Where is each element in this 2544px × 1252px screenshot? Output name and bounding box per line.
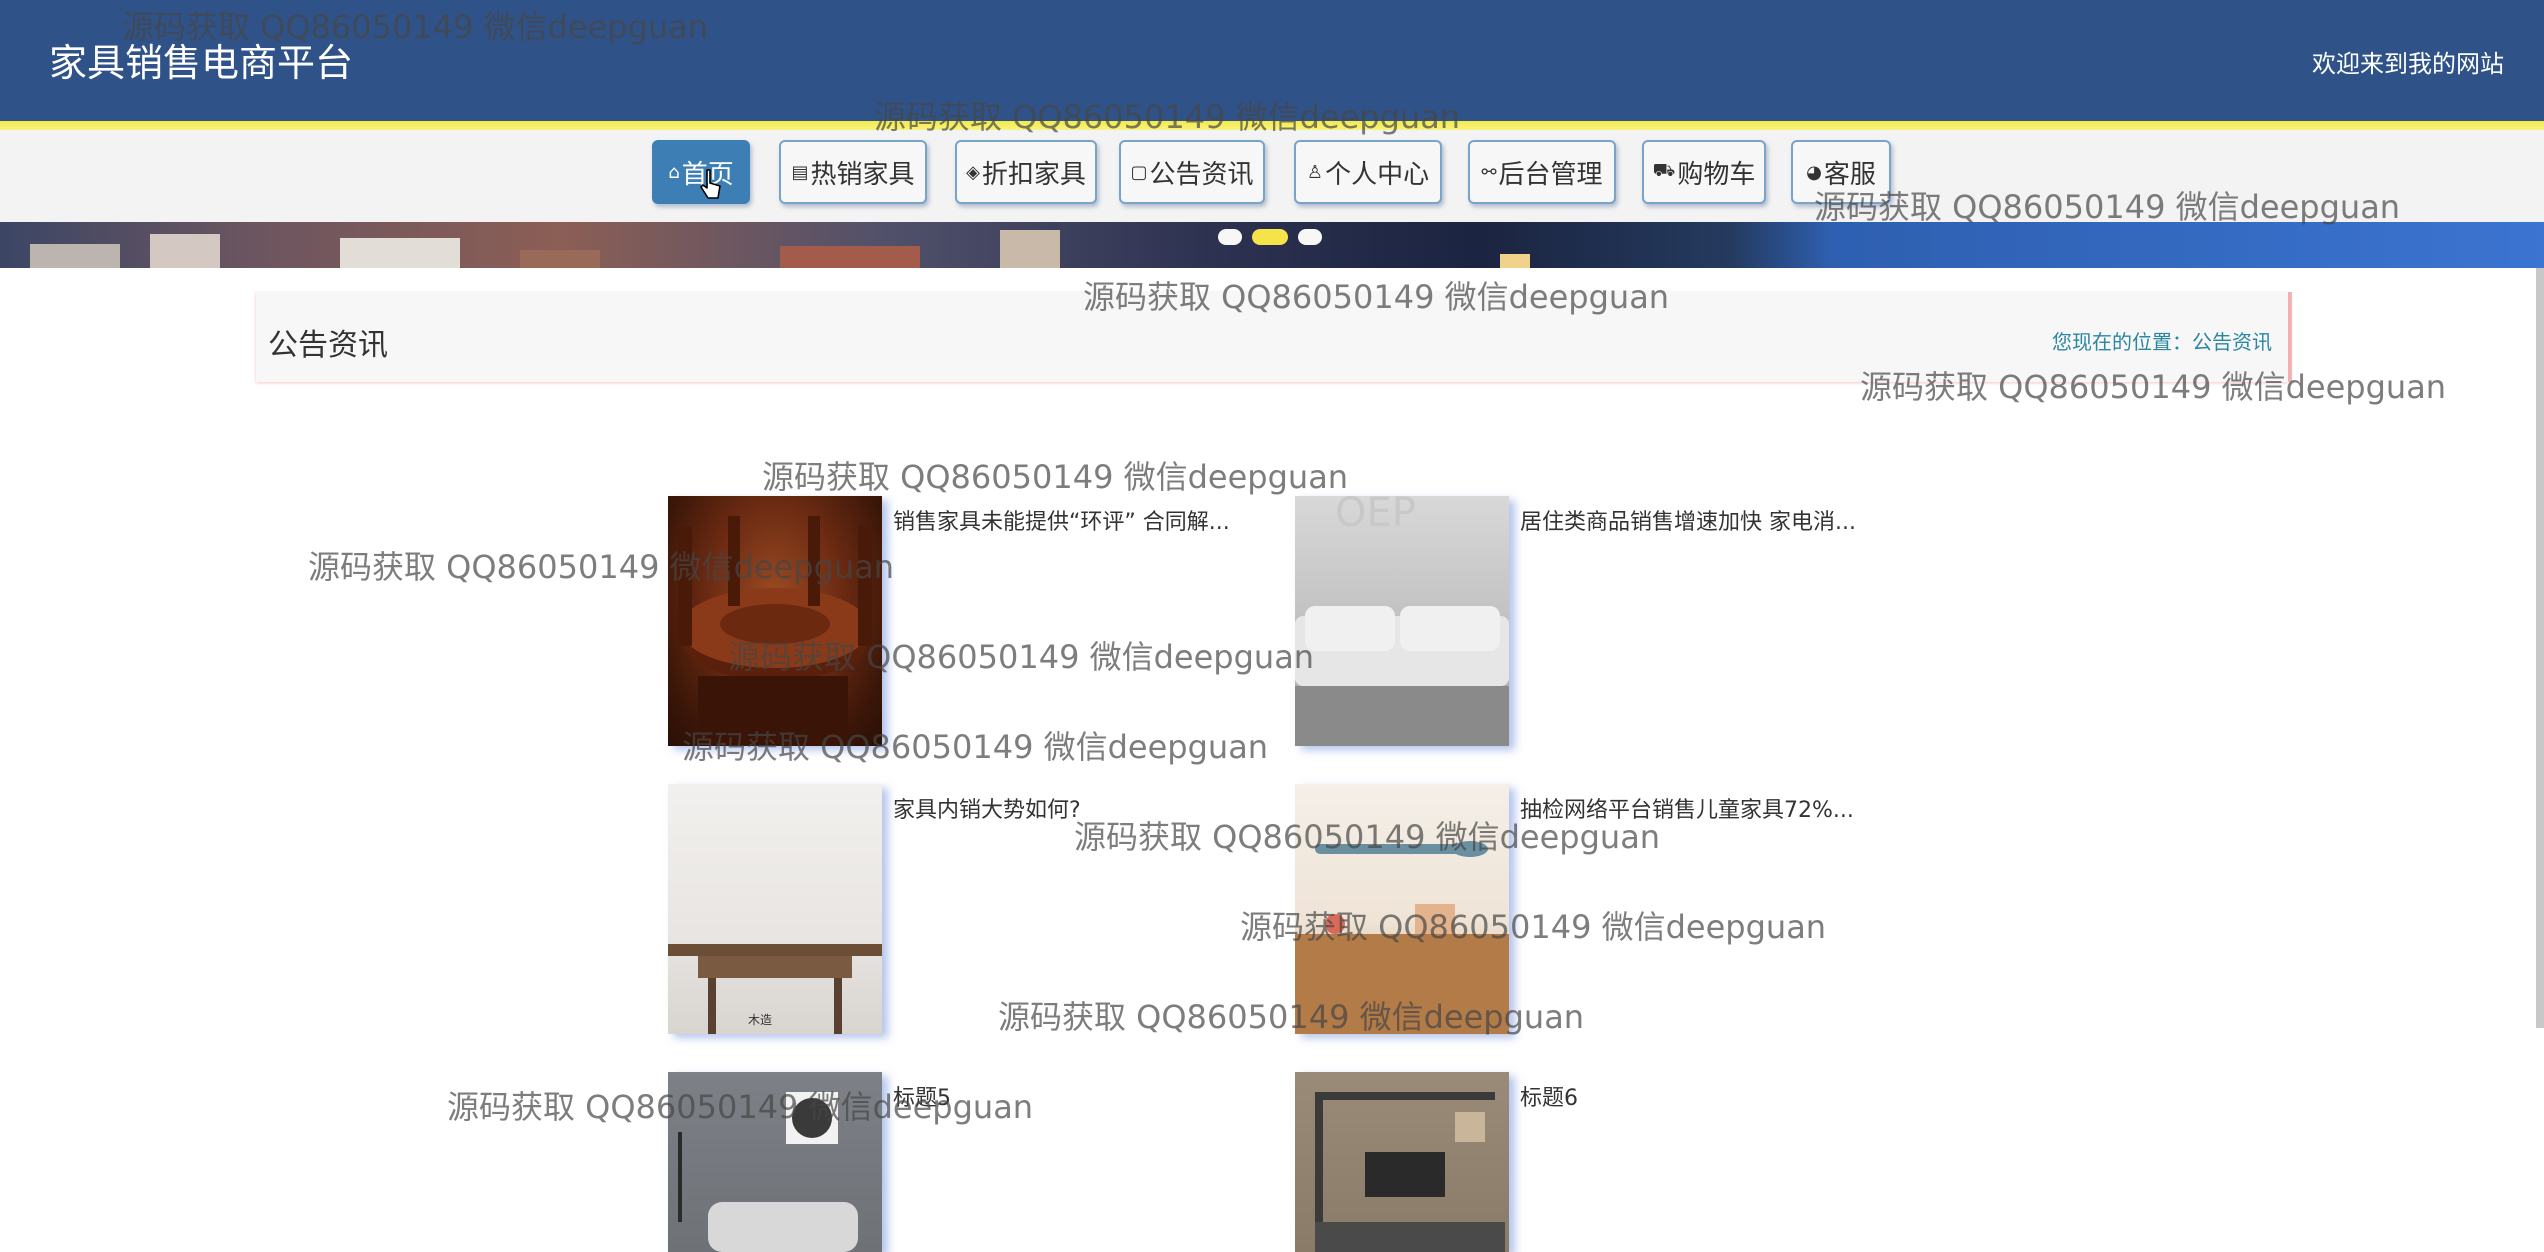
home-icon: ⌂ [668,161,680,183]
nav-label: 热销家具 [810,159,915,190]
carousel-dot-2[interactable] [1252,229,1288,245]
carousel-dot-3[interactable] [1298,229,1322,245]
news-title-5[interactable]: 标题5 [893,1080,951,1112]
news-image-3[interactable]: 木造 [668,784,882,1034]
breadcrumb: 公告资讯 您现在的位置：公告资讯 [256,292,2288,382]
nav-personal-center-button[interactable]: ♙ 个人中心 [1294,140,1442,204]
news-image-5[interactable] [668,1072,882,1252]
news-title-4[interactable]: 抽检网络平台销售儿童家具72%... [1520,792,1854,824]
news-title-3[interactable]: 家具内销大势如何? [893,792,1081,824]
news-image-2[interactable]: OEP [1295,496,1509,746]
nav-cart-button[interactable]: ⛟ 购物车 [1642,140,1766,204]
news-image-4[interactable] [1295,784,1509,1034]
svg-text:OEP: OEP [1335,496,1416,536]
message-icon: ▢ [1130,161,1148,183]
user-icon: ♙ [1306,161,1324,183]
nav-hot-furniture-button[interactable]: ▤ 热销家具 [779,140,927,204]
nav-label: 后台管理 [1498,159,1603,190]
chat-icon: ◕ [1806,161,1822,183]
news-image-1[interactable] [668,496,882,746]
site-title: 家具销售电商平台 [49,41,354,85]
welcome-text: 欢迎来到我的网站 [2312,50,2504,78]
mouse-cursor-icon [700,169,721,199]
nav-label: 购物车 [1677,159,1756,190]
svg-text:木造: 木造 [748,1013,772,1027]
news-title-1[interactable]: 销售家具未能提供“环评” 合同解... [893,504,1230,536]
main-nav [0,130,2544,222]
nav-label: 客服 [1823,159,1876,190]
top-header: 家具销售电商平台 欢迎来到我的网站 [0,0,2544,121]
gift-icon: ▤ [791,161,809,183]
cart-icon: ⛟ [1652,160,1676,181]
nav-label: 公告资讯 [1149,159,1254,190]
layers-icon: ◈ [966,161,980,183]
news-title-2[interactable]: 居住类商品销售增速加快 家电消... [1520,504,1856,536]
page-title: 公告资讯 [268,328,388,363]
nav-customer-service-button[interactable]: ◕ 客服 [1791,140,1891,204]
nav-discount-furniture-button[interactable]: ◈ 折扣家具 [955,140,1097,204]
news-title-6[interactable]: 标题6 [1520,1080,1578,1112]
page-scrollbar[interactable] [2536,268,2544,1028]
carousel-dot-1[interactable] [1218,229,1242,245]
link-icon: ⚯ [1481,161,1497,183]
breadcrumb-location-link[interactable]: 您现在的位置：公告资讯 [2052,326,2272,355]
watermark-text: 源码获取 QQ86050149 微信deepguan [762,458,1349,496]
nav-admin-button[interactable]: ⚯ 后台管理 [1468,140,1616,204]
nav-label: 折扣家具 [981,159,1086,190]
nav-announcements-button[interactable]: ▢ 公告资讯 [1119,140,1265,204]
news-image-6[interactable] [1295,1072,1509,1252]
nav-label: 个人中心 [1325,159,1430,190]
